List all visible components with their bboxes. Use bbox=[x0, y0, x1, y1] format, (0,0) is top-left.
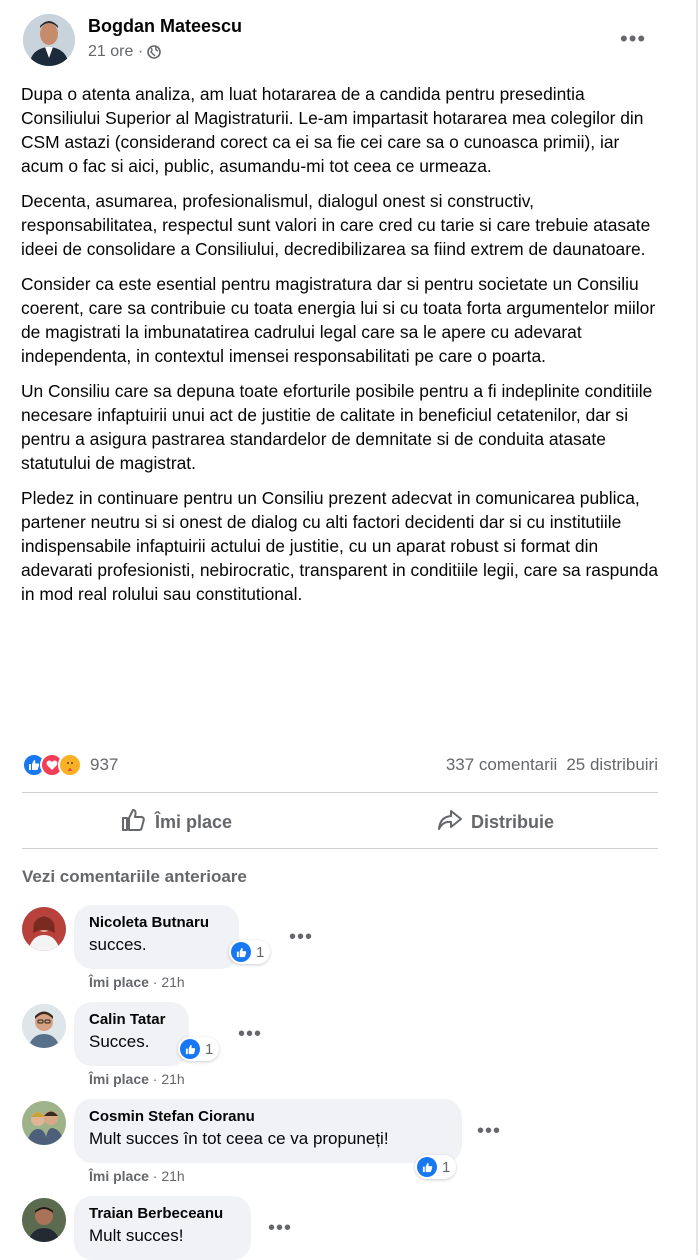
comment-text: Mult succes în tot ceea ce va propuneți! bbox=[89, 1129, 389, 1148]
reaction-icons[interactable] bbox=[22, 753, 82, 777]
thumbs-up-icon bbox=[231, 942, 251, 962]
commenter-name[interactable]: Traian Berbeceanu bbox=[89, 1204, 236, 1224]
comment-like-badge[interactable]: 1 bbox=[415, 1155, 457, 1179]
avatar[interactable] bbox=[22, 1004, 66, 1048]
shares-count[interactable]: 25 distribuiri bbox=[566, 755, 658, 775]
thumbs-up-icon bbox=[180, 1039, 200, 1059]
comment-actions: Îmi place · 21h bbox=[89, 1168, 185, 1184]
commenter-name[interactable]: Nicoleta Butnaru bbox=[89, 913, 224, 933]
more-icon[interactable]: ••• bbox=[477, 1121, 501, 1141]
thumbs-up-icon bbox=[121, 808, 147, 837]
post-paragraph: Pledez in continuare pentru un Consiliu … bbox=[21, 488, 659, 604]
share-button-label: Distribuie bbox=[471, 811, 555, 832]
comment-time[interactable]: · 21h bbox=[149, 1168, 185, 1184]
comment-text: Mult succes! bbox=[89, 1226, 184, 1245]
post-time[interactable]: 21 ore · bbox=[88, 43, 143, 61]
commenter-name[interactable]: Cosmin Stefan Cioranu bbox=[89, 1107, 447, 1127]
comment-actions: Îmi place · 21h bbox=[89, 974, 185, 990]
comment-like-count: 1 bbox=[256, 943, 265, 961]
like-button-label: Îmi place bbox=[155, 811, 233, 832]
post-paragraph: Decenta, asumarea, profesionalismul, dia… bbox=[21, 191, 651, 259]
post-body: Dupa o atenta analiza, am luat hotararea… bbox=[21, 82, 661, 617]
comment-actions: Îmi place · 21h bbox=[89, 1071, 185, 1087]
globe-icon[interactable] bbox=[147, 45, 161, 59]
engagement-counts: 337 comentarii 25 distribuiri bbox=[446, 755, 658, 775]
comment-text: Succes. bbox=[89, 1032, 150, 1051]
post-card: Bogdan Mateescu 21 ore · ••• Dupa o aten… bbox=[0, 0, 698, 1260]
comment-time[interactable]: · 21h bbox=[149, 974, 185, 990]
thumbs-up-icon bbox=[417, 1157, 437, 1177]
comment-bubble: Traian Berbeceanu Mult succes! bbox=[74, 1196, 251, 1260]
more-icon[interactable]: ••• bbox=[268, 1218, 292, 1238]
post-paragraph: Consider ca este esential pentru magistr… bbox=[21, 274, 656, 366]
comment-like-count: 1 bbox=[205, 1040, 214, 1058]
more-icon[interactable]: ••• bbox=[289, 927, 313, 947]
reactions-row: 937 337 comentarii 25 distribuiri bbox=[22, 751, 658, 779]
author-avatar[interactable] bbox=[23, 14, 75, 66]
view-previous-comments-link[interactable]: Vezi comentariile anterioare bbox=[22, 867, 247, 887]
divider bbox=[22, 792, 658, 793]
divider bbox=[22, 848, 658, 849]
avatar[interactable] bbox=[22, 1198, 66, 1242]
comment-like-button[interactable]: Îmi place bbox=[89, 1168, 149, 1184]
more-icon[interactable]: ••• bbox=[238, 1024, 262, 1044]
comment-bubble: Cosmin Stefan Cioranu Mult succes în tot… bbox=[74, 1099, 462, 1163]
comment-like-badge[interactable]: 1 bbox=[178, 1037, 220, 1061]
comment-text: succes. bbox=[89, 935, 147, 954]
avatar[interactable] bbox=[22, 907, 66, 951]
share-button[interactable]: Distribuie bbox=[437, 807, 554, 837]
comment-time[interactable]: · 21h bbox=[149, 1071, 185, 1087]
commenter-name[interactable]: Calin Tatar bbox=[89, 1010, 174, 1030]
comment-like-badge[interactable]: 1 bbox=[229, 940, 271, 964]
share-arrow-icon bbox=[437, 809, 463, 836]
post-paragraph: Dupa o atenta analiza, am luat hotararea… bbox=[21, 84, 644, 176]
post-paragraph: Un Consiliu care sa depuna toate efortur… bbox=[21, 381, 653, 473]
avatar[interactable] bbox=[22, 1101, 66, 1145]
post-meta: 21 ore · bbox=[88, 43, 161, 61]
comment-like-button[interactable]: Îmi place bbox=[89, 974, 149, 990]
comment-bubble: Calin Tatar Succes. bbox=[74, 1002, 189, 1066]
comment-like-count: 1 bbox=[442, 1158, 451, 1176]
author-name[interactable]: Bogdan Mateescu bbox=[88, 16, 242, 37]
reaction-count[interactable]: 937 bbox=[90, 755, 118, 775]
comment-like-button[interactable]: Îmi place bbox=[89, 1071, 149, 1087]
care-reaction-icon bbox=[58, 753, 82, 777]
comments-count[interactable]: 337 comentarii bbox=[446, 755, 558, 775]
more-icon[interactable]: ••• bbox=[620, 28, 646, 50]
comment-bubble: Nicoleta Butnaru succes. bbox=[74, 905, 239, 969]
like-button[interactable]: Îmi place bbox=[121, 807, 232, 837]
